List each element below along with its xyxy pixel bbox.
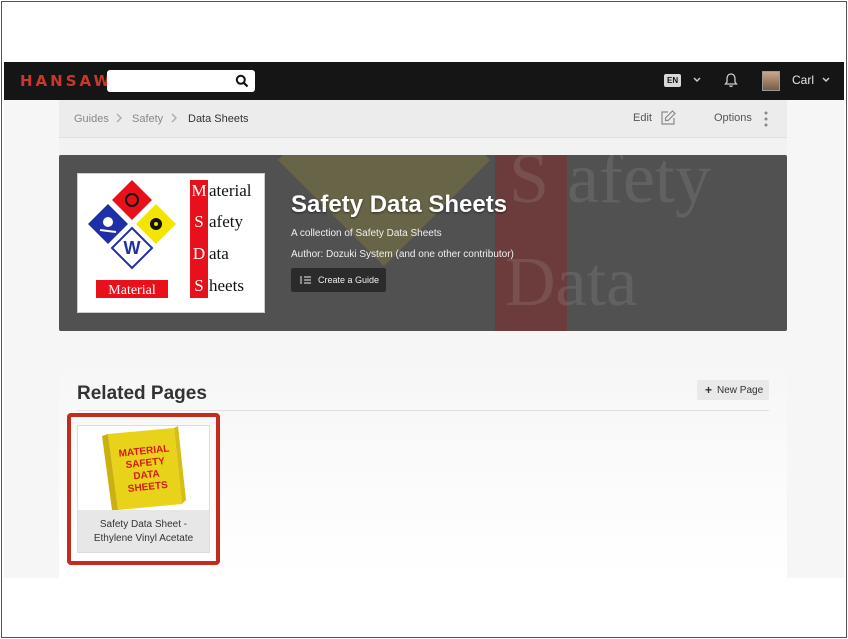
card-title[interactable]: Safety Data Sheet - Ethylene Vinyl Aceta…: [78, 510, 209, 552]
divider: [77, 410, 769, 411]
create-guide-label: Create a Guide: [318, 275, 380, 285]
bell-icon[interactable]: [722, 71, 740, 89]
breadcrumb-item-safety[interactable]: Safety: [132, 113, 163, 125]
card-title-line1: Safety Data Sheet -: [99, 519, 188, 530]
svg-text:S: S: [194, 276, 203, 295]
breadcrumb-item-data-sheets: Data Sheets: [188, 113, 249, 125]
related-pages-heading: Related Pages: [77, 383, 207, 404]
edit-button[interactable]: Edit: [633, 112, 652, 124]
svg-text:ata: ata: [209, 244, 229, 263]
kebab-menu-icon[interactable]: [763, 110, 769, 128]
create-guide-button[interactable]: Create a Guide: [291, 268, 386, 292]
page-description: A collection of Safety Data Sheets: [291, 228, 442, 239]
options-button[interactable]: Options: [714, 112, 752, 124]
search-box[interactable]: [107, 70, 255, 92]
search-icon[interactable]: [235, 74, 249, 88]
msds-logo-image: W Material M S D S aterial afety ata hee…: [88, 180, 252, 298]
category-image: W Material M S D S aterial afety ata hee…: [77, 173, 265, 313]
svg-text:aterial: aterial: [209, 181, 252, 200]
chevron-right-icon: [116, 113, 122, 123]
avatar[interactable]: [762, 71, 780, 91]
list-icon: [300, 276, 311, 284]
related-page-card[interactable]: MATERIAL SAFETY DATA SHEETS Safety Data …: [77, 425, 210, 553]
app-logo[interactable]: HANSAW: [20, 72, 113, 90]
top-navbar: HANSAW EN Carl: [4, 62, 844, 100]
new-page-button[interactable]: + New Page: [697, 380, 769, 400]
page-author[interactable]: Author: Dozuki System (and one other con…: [291, 249, 514, 260]
plus-icon: +: [705, 383, 713, 397]
language-badge[interactable]: EN: [664, 74, 682, 87]
svg-text:M: M: [191, 181, 206, 200]
binder-image: MATERIAL SAFETY DATA SHEETS: [102, 426, 186, 510]
chevron-right-icon: [171, 113, 177, 123]
svg-text:D: D: [193, 244, 205, 263]
chevron-down-icon[interactable]: [691, 73, 703, 85]
category-hero: S afety Data W Material M S D S aterial: [59, 155, 787, 331]
breadcrumb-bar: Guides Safety Data Sheets Edit Options: [59, 100, 787, 138]
svg-text:W: W: [124, 238, 141, 258]
edit-icon[interactable]: [659, 109, 677, 127]
chevron-down-icon[interactable]: [820, 73, 832, 85]
card-thumbnail: MATERIAL SAFETY DATA SHEETS: [78, 426, 209, 510]
svg-text:S: S: [194, 212, 203, 231]
page-footer: [4, 578, 844, 636]
svg-text:afety: afety: [209, 212, 243, 231]
card-title-line2: Ethylene Vinyl Acetate: [93, 533, 194, 544]
new-page-label: New Page: [717, 385, 764, 396]
image-label: Material: [108, 283, 156, 298]
breadcrumb-item-guides[interactable]: Guides: [74, 113, 109, 125]
username[interactable]: Carl: [792, 73, 814, 87]
search-input[interactable]: [111, 73, 229, 89]
page-title: Safety Data Sheets: [291, 191, 508, 218]
svg-text:heets: heets: [209, 276, 244, 295]
